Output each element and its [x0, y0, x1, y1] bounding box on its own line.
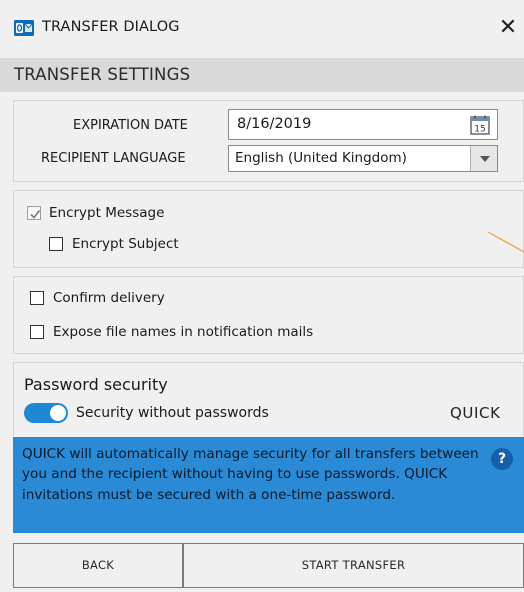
encrypt-message-checkbox[interactable]	[27, 206, 41, 220]
calendar-icon[interactable]: 15	[470, 115, 490, 135]
annotation-line	[488, 231, 524, 253]
checkmark-icon	[30, 210, 41, 219]
outlook-icon	[14, 20, 34, 36]
expiration-date-field[interactable]: 8/16/2019 15	[228, 109, 498, 140]
recipient-language-select[interactable]: English (United Kingdom)	[228, 145, 498, 172]
info-box: QUICK will automatically manage security…	[13, 437, 524, 533]
encryption-panel	[13, 190, 524, 268]
window-title: TRANSFER DIALOG	[42, 19, 180, 35]
title-bar: TRANSFER DIALOG ✕	[0, 0, 524, 58]
options-panel	[13, 276, 524, 354]
back-button[interactable]: BACK	[13, 543, 183, 588]
expiration-date-value[interactable]: 8/16/2019	[237, 116, 311, 132]
recipient-language-label: RECIPIENT LANGUAGE	[41, 151, 186, 166]
section-title: TRANSFER SETTINGS	[14, 65, 191, 84]
expose-file-names-checkbox[interactable]	[30, 325, 44, 339]
close-icon[interactable]: ✕	[499, 15, 517, 40]
security-toggle-label[interactable]: Security without passwords	[76, 405, 269, 421]
security-toggle[interactable]	[24, 403, 68, 423]
recipient-language-value[interactable]: English (United Kingdom)	[235, 150, 407, 166]
encrypt-subject-checkbox[interactable]	[49, 237, 63, 251]
expiration-date-label: EXPIRATION DATE	[73, 118, 188, 133]
password-panel	[13, 362, 524, 436]
encrypt-subject-label[interactable]: Encrypt Subject	[72, 236, 179, 252]
security-mode-label: QUICK	[450, 404, 501, 422]
chevron-down-icon[interactable]	[470, 146, 497, 171]
encrypt-message-label[interactable]: Encrypt Message	[49, 205, 164, 221]
close-button[interactable]: ✕	[496, 14, 520, 42]
section-header: TRANSFER SETTINGS	[0, 58, 524, 92]
svg-text:15: 15	[474, 125, 485, 135]
start-transfer-button[interactable]: START TRANSFER	[183, 543, 524, 588]
confirm-delivery-checkbox[interactable]	[30, 291, 44, 305]
password-security-title: Password security	[24, 375, 168, 394]
info-text: QUICK will automatically manage security…	[22, 446, 479, 503]
confirm-delivery-label[interactable]: Confirm delivery	[53, 290, 165, 306]
help-icon[interactable]: ?	[491, 448, 513, 470]
toggle-knob[interactable]	[50, 405, 66, 421]
expose-file-names-label[interactable]: Expose file names in notification mails	[53, 324, 313, 340]
